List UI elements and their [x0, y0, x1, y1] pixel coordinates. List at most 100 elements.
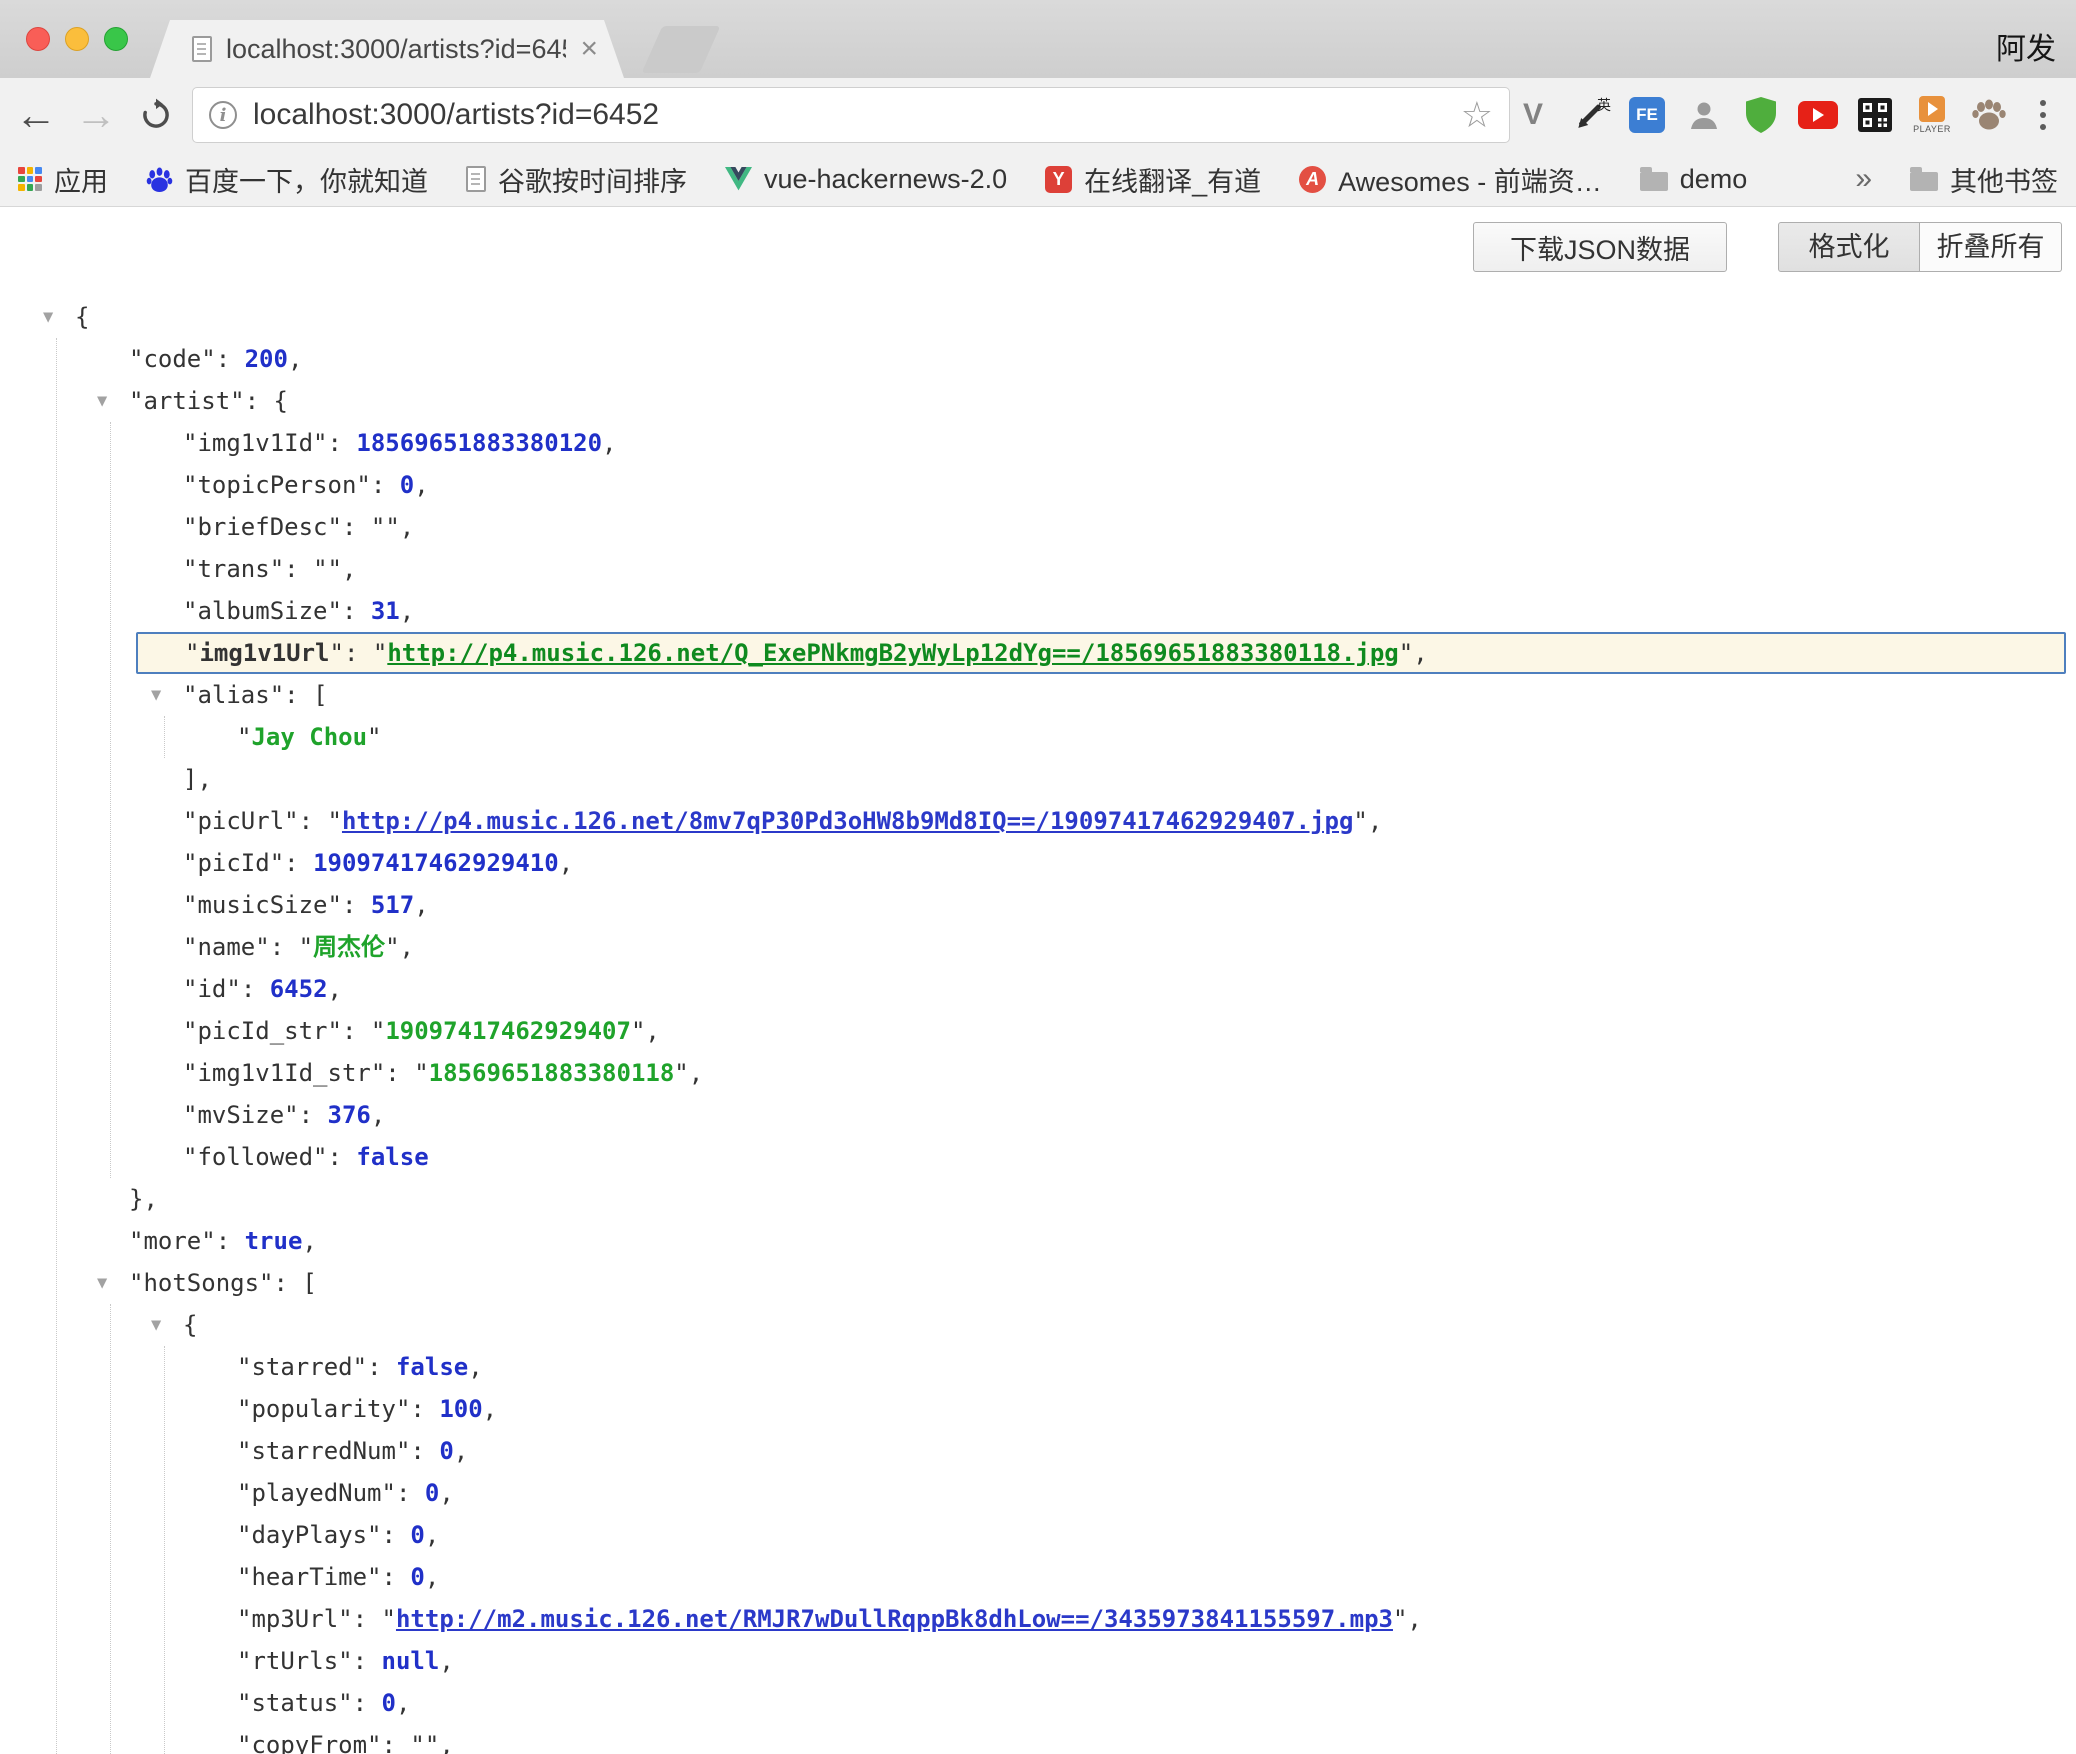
json-token: ": [129, 345, 143, 373]
collapse-all-button[interactable]: 折叠所有: [1920, 222, 2062, 272]
json-token: ": [237, 1647, 251, 1675]
bookmark-baidu[interactable]: 百度一下，你就知道: [146, 160, 428, 199]
download-json-button[interactable]: 下载JSON数据: [1473, 222, 1727, 272]
json-line: "starredNum": 0,: [0, 1430, 2076, 1472]
collapse-toggle-icon[interactable]: ▼: [151, 674, 161, 716]
json-token: ": [299, 933, 313, 961]
json-token: :: [410, 1395, 439, 1423]
bookmark-star-icon[interactable]: ☆: [1461, 97, 1493, 133]
paw-icon[interactable]: [1968, 89, 2010, 141]
translate-pen-icon[interactable]: 英: [1569, 89, 1611, 141]
url-link[interactable]: http://p4.music.126.net/8mv7qP30Pd3oHW8b…: [342, 807, 1353, 835]
vue-icon: [725, 167, 752, 192]
json-value: 19097417462929410: [313, 849, 559, 877]
bookmarks-bar: 应用 百度一下，你就知道 谷歌按时间排序 vue-hackernews-2.0 …: [0, 152, 2076, 207]
json-line: "trans": "",: [0, 548, 2076, 590]
json-token: ,: [454, 1437, 468, 1465]
json-key: albumSize: [197, 597, 327, 625]
format-button[interactable]: 格式化: [1778, 222, 1920, 272]
youdao-icon: Y: [1045, 166, 1072, 193]
json-line: "musicSize": 517,: [0, 884, 2076, 926]
url-bar[interactable]: i localhost:3000/artists?id=6452 ☆: [192, 87, 1510, 143]
json-token: ": [1353, 807, 1367, 835]
back-button[interactable]: ←: [10, 78, 62, 152]
profile-name[interactable]: 阿发: [1996, 24, 2056, 68]
json-key: popularity: [251, 1395, 396, 1423]
reload-button[interactable]: [130, 78, 182, 152]
json-token: ": [183, 1101, 197, 1129]
json-line: "mvSize": 376,: [0, 1094, 2076, 1136]
youtube-icon[interactable]: [1797, 89, 1839, 141]
bookmark-google-sort[interactable]: 谷歌按时间排序: [466, 160, 687, 199]
bookmark-apps[interactable]: 应用: [18, 160, 108, 199]
json-token: :: [284, 681, 313, 709]
json-token: :: [382, 1521, 411, 1549]
bookmark-demo-folder[interactable]: demo: [1640, 164, 1748, 195]
json-key: rtUrls: [251, 1647, 338, 1675]
json-key: artist: [143, 387, 230, 415]
bookmark-label: 谷歌按时间排序: [498, 160, 687, 199]
bookmark-youdao[interactable]: Y 在线翻译_有道: [1045, 160, 1261, 199]
collapse-toggle-icon[interactable]: ▼: [151, 1304, 161, 1346]
json-token: ,: [414, 891, 428, 919]
vimium-icon[interactable]: V: [1512, 89, 1554, 141]
json-token: :: [353, 1689, 382, 1717]
json-token: ": [414, 1059, 428, 1087]
json-key: topicPerson: [197, 471, 356, 499]
qr-code-icon[interactable]: [1854, 89, 1896, 141]
collapse-toggle-icon[interactable]: ▼: [97, 1262, 107, 1304]
url-text[interactable]: localhost:3000/artists?id=6452: [253, 98, 659, 132]
awesomes-icon: A: [1299, 166, 1326, 193]
json-token: ": [183, 1059, 197, 1087]
collapse-toggle-icon[interactable]: ▼: [97, 380, 107, 422]
page-info-icon[interactable]: i: [209, 101, 237, 129]
json-value: 19097417462929407: [385, 1017, 631, 1045]
json-token: ": [371, 1059, 385, 1087]
tab-close-icon[interactable]: ×: [580, 34, 598, 64]
browser-tab[interactable]: localhost:3000/artists?id=645 ×: [150, 20, 624, 78]
json-token: ": [313, 1143, 327, 1171]
json-token: :: [353, 1647, 382, 1675]
bookmark-vue-hackernews[interactable]: vue-hackernews-2.0: [725, 164, 1007, 195]
browser-menu-button[interactable]: [2024, 78, 2062, 152]
json-token: ": [237, 1437, 251, 1465]
other-bookmarks-folder[interactable]: 其他书签: [1910, 160, 2058, 199]
close-window-button[interactable]: [26, 27, 50, 51]
url-link[interactable]: http://m2.music.126.net/RMJR7wDullRqppBk…: [396, 1605, 1393, 1633]
shield-icon[interactable]: [1740, 89, 1782, 141]
collapse-toggle-icon[interactable]: ▼: [43, 296, 53, 338]
json-token: ": [183, 1017, 197, 1045]
json-token: ": [330, 639, 344, 667]
json-token: ": [313, 555, 327, 583]
zoom-window-button[interactable]: [104, 27, 128, 51]
json-token: :: [284, 555, 313, 583]
json-key: picId: [197, 849, 269, 877]
json-value: true: [245, 1227, 303, 1255]
bookmark-awesomes[interactable]: A Awesomes - 前端资…: [1299, 160, 1602, 199]
json-value: false: [356, 1143, 428, 1171]
minimize-window-button[interactable]: [65, 27, 89, 51]
profile-silhouette-icon[interactable]: [1683, 89, 1725, 141]
json-line: "img1v1Id_str": "18569651883380118",: [0, 1052, 2076, 1094]
url-link[interactable]: http://p4.music.126.net/Q_ExePNkmgB2yWyL…: [387, 639, 1398, 667]
json-line: "picId": 19097417462929410,: [0, 842, 2076, 884]
bookmark-label: 应用: [54, 160, 108, 199]
player-icon[interactable]: PLAYER: [1911, 89, 1953, 141]
json-key: trans: [197, 555, 269, 583]
json-token: ,: [425, 1563, 439, 1591]
json-line: "topicPerson": 0,: [0, 464, 2076, 506]
json-token: :: [299, 1101, 328, 1129]
bookmarks-overflow-chevron[interactable]: »: [1855, 162, 1872, 196]
json-key: alias: [197, 681, 269, 709]
json-line: "img1v1Id": 18569651883380120,: [0, 422, 2076, 464]
reload-icon: [138, 97, 174, 133]
view-mode-buttons: 格式化 折叠所有: [1778, 222, 2062, 272]
new-tab-button[interactable]: [642, 26, 721, 73]
json-line: "briefDesc": "",: [0, 506, 2076, 548]
fehelper-icon[interactable]: FE: [1626, 89, 1668, 141]
json-key: img1v1Id: [197, 429, 313, 457]
page-icon: [466, 166, 486, 192]
json-token: :: [353, 1605, 382, 1633]
json-token: :: [382, 1731, 411, 1754]
json-token: ": [183, 933, 197, 961]
